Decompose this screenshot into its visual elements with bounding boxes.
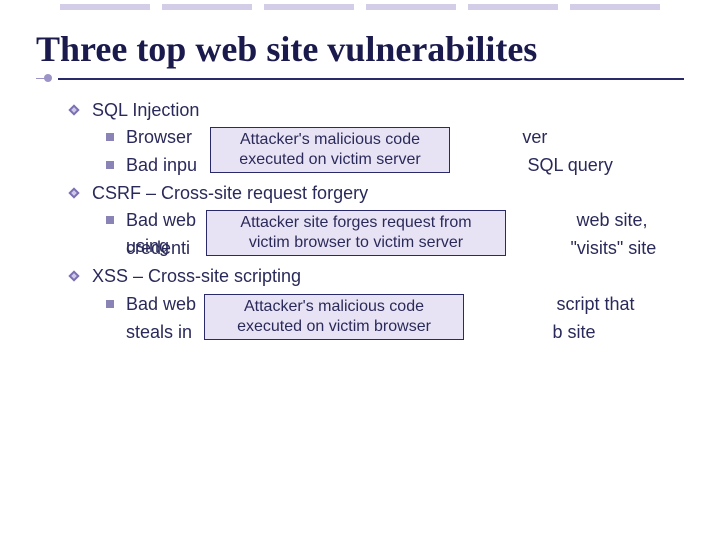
bar (468, 4, 558, 10)
item-text-post: SQL query (527, 155, 612, 175)
callout-line2: victim browser to victim server (215, 233, 497, 253)
callout-csrf: Attacker site forges request from victim… (206, 210, 506, 256)
section-sql-injection: SQL Injection (92, 98, 660, 123)
slide-body: SQL Injection Browser __________________… (0, 80, 720, 346)
item-text-post: ver (522, 127, 547, 147)
callout-xss: Attacker's malicious code executed on vi… (204, 294, 464, 340)
item-text-pre2: credenti (126, 238, 190, 258)
callout-line2: executed on victim server (219, 150, 441, 170)
callout-line1: Attacker site forges request from (215, 213, 497, 233)
square-bullet-icon (106, 300, 114, 308)
item-text-pre: Bad web (126, 294, 196, 314)
item-text-pre: Bad web (126, 210, 196, 230)
item-text-pre: Browser (126, 127, 192, 147)
title-underline (58, 78, 684, 80)
callout-line1: Attacker's malicious code (213, 297, 455, 317)
callout-sql: Attacker's malicious code executed on vi… (210, 127, 450, 173)
bar (60, 4, 150, 10)
section-csrf: CSRF – Cross-site request forgery (92, 181, 660, 206)
callout-line1: Attacker's malicious code (219, 130, 441, 150)
square-bullet-icon (106, 133, 114, 141)
item-text-post2: b site (552, 322, 595, 342)
section-xss: XSS – Cross-site scripting (92, 264, 660, 289)
square-bullet-icon (106, 161, 114, 169)
diamond-bullet-icon (68, 104, 80, 116)
section-heading: XSS – Cross-site scripting (92, 266, 301, 286)
item-text-post2: "visits" site (570, 238, 656, 258)
bar (570, 4, 660, 10)
section-heading: CSRF – Cross-site request forgery (92, 183, 368, 203)
diamond-bullet-icon (68, 187, 80, 199)
list-item-continuation: steals in ______________________________… (126, 320, 660, 346)
square-bullet-icon (106, 216, 114, 224)
diamond-bullet-icon (68, 270, 80, 282)
item-text-post: script that (556, 294, 634, 314)
bar (264, 4, 354, 10)
top-decoration-bars (0, 0, 720, 10)
item-text-pre: Bad inpu (126, 155, 197, 175)
item-text-pre2: steals in (126, 322, 192, 342)
list-item-continuation: credenti _______________________________… (126, 236, 660, 262)
bar (162, 4, 252, 10)
callout-line2: executed on victim browser (213, 317, 455, 337)
slide-title: Three top web site vulnerabilites (0, 10, 720, 78)
list-item: Bad inpu _______________________________… (126, 153, 660, 179)
bar (366, 4, 456, 10)
section-heading: SQL Injection (92, 100, 199, 120)
title-ornament-icon (36, 70, 56, 88)
